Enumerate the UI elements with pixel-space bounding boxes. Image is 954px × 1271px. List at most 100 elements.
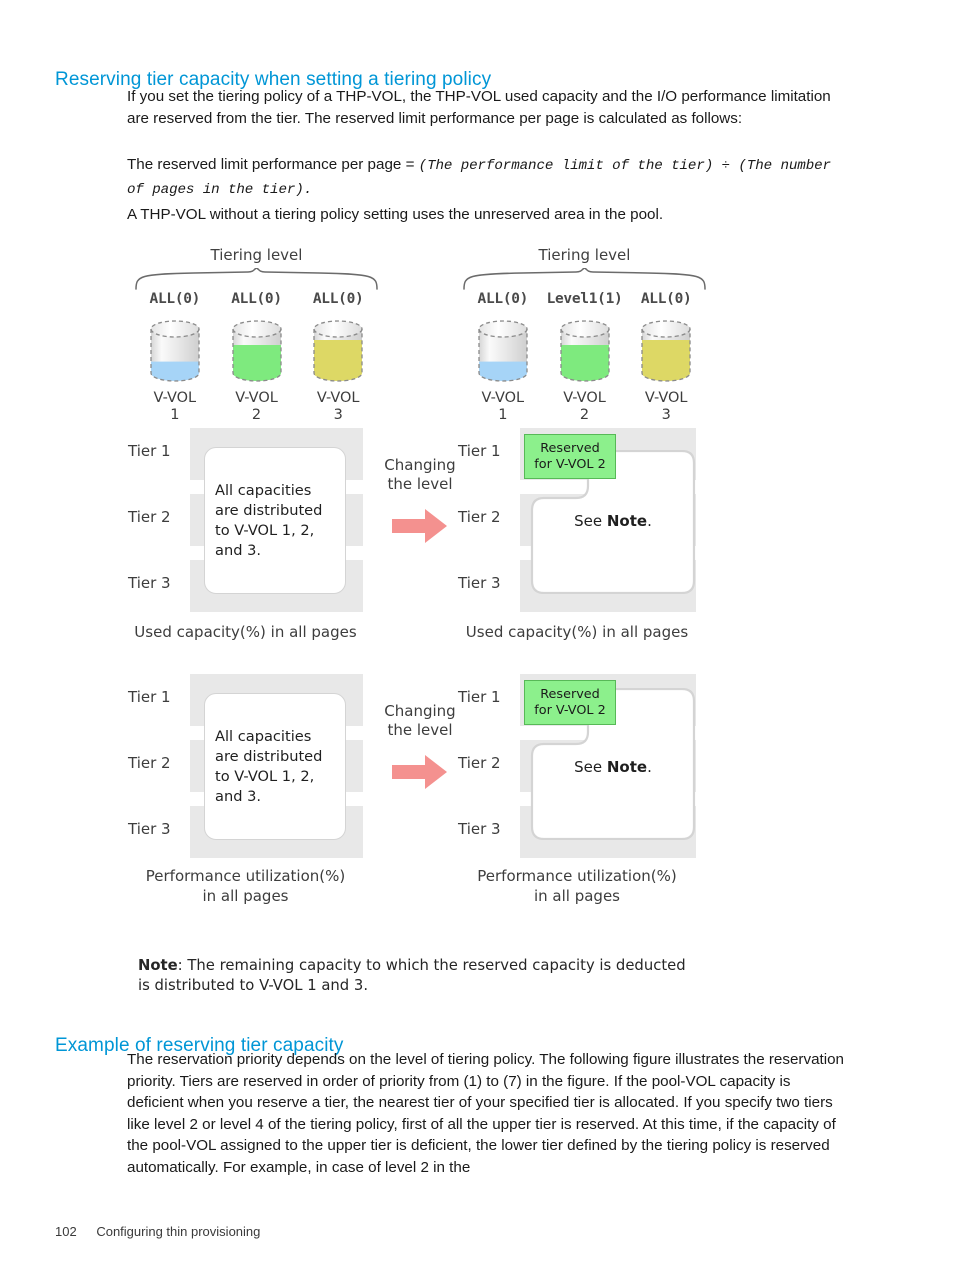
tier-row-2: Tier 2 [458,494,696,546]
volume-cell-vvol1-before: V-VOL 1 [134,318,216,424]
change-line-2: the level [387,721,453,739]
volume-cell-vvol1-after: V-VOL 1 [462,318,544,424]
section2-paragraph: The reservation priority depends on the … [127,1051,845,1176]
tier-bar-2 [520,740,696,792]
policy-label-vvol3-before: ALL(0) [312,291,364,307]
reserved-line-2: for V-VOL 2 [534,702,606,718]
volume-label-vvol3-before: V-VOL 3 [317,390,360,424]
change-line-1: Changing [384,456,456,474]
volume-number: 1 [498,407,508,423]
volume-label-vvol1-after: V-VOL 1 [482,390,525,424]
section1-paragraph-2: A THP-VOL without a tiering policy setti… [127,206,664,223]
cylinder-vvol2-before [230,318,284,384]
volume-label-vvol2-after: V-VOL 2 [563,390,606,424]
figure-reserving-tier-capacity: Tiering level ALL(0) ALL(0) ALL(0) V-VOL… [0,238,954,1003]
tier-diagram-used-after: Tier 1 Tier 2 Tier 3 See Note. Reserved [458,428,696,643]
figure-note: Note: The remaining capacity to which th… [138,956,698,996]
volume-number: 2 [251,407,262,423]
caption-used-capacity-after: Used capacity(%) in all pages [465,623,689,641]
right-arrow-icon-row1 [392,509,447,543]
caption-line-2: in all pages [202,887,289,905]
volume-label-vvol2-before: V-VOL 2 [235,390,278,424]
volume-number: 3 [333,407,343,423]
tier-label-2: Tier 2 [458,754,501,772]
policy-labels-before: ALL(0) ALL(0) ALL(0) [134,291,379,307]
tier-diagram-perf-after: Tier 1 Tier 2 Tier 3 See Note. Reserved … [458,674,696,909]
changing-the-level-label-row1: Changing the level [372,456,468,494]
volume-name: V-VOL [153,390,197,406]
changing-the-level-row2: Changing the level [372,702,468,812]
policy-label-vvol3-after: ALL(0) [640,291,692,307]
tier-label-3: Tier 3 [458,574,501,592]
tier-label-1: Tier 1 [458,688,501,706]
policy-label-vvol2-before: ALL(0) [231,291,282,307]
tiering-level-title-before: Tiering level [210,246,303,264]
footer-page-number: 102 [55,1224,77,1239]
tier-row-3: Tier 3 [458,806,696,858]
tier-diagram-used-before: Tier 1 Tier 2 Tier 3 All capacities are … [128,428,363,643]
policy-label-vvol2-after: Level1(1) [546,291,623,307]
volume-name: V-VOL [235,390,278,406]
tiering-level-group-after: Tiering level ALL(0) Level1(1) ALL(0) V-… [462,246,707,423]
volume-number: 1 [170,407,180,423]
section1-paragraph-1: If you set the tiering policy of a THP-V… [127,88,831,127]
reserved-line-1: Reserved [540,441,600,456]
volume-cell-vvol2-before: V-VOL 2 [216,318,298,424]
cylinder-vvol3-before [311,318,365,384]
cylinder-vvol3-after [639,318,693,384]
curly-brace-icon-after [463,268,706,290]
reserved-box-row1: Reserved for V-VOL 2 [524,434,616,479]
tier-label-2: Tier 2 [128,508,171,526]
cylinder-vvol2-after [558,318,612,384]
volume-name: V-VOL [644,390,688,406]
reserved-box-row2: Reserved for V-VOL 2 [524,680,616,725]
right-arrow-icon-row2 [392,755,447,789]
caption-line-1: Performance utilization(%) [477,867,677,885]
policy-label-vvol1-before: ALL(0) [149,291,201,307]
changing-the-level-row1: Changing the level [372,456,468,566]
tier-label-3: Tier 3 [128,574,171,592]
tier-row-2: Tier 2 [458,740,696,792]
tier-label-3: Tier 3 [458,820,501,838]
reserved-line-1: Reserved [540,687,600,702]
volume-number: 2 [579,407,590,423]
tier-bar-3 [520,806,696,858]
tier-label-1: Tier 1 [128,688,171,706]
volume-cylinders-before: V-VOL 1 V-VOL 2 V-VOL 3 [134,318,379,424]
overlay-all-capacities-distributed: All capacities are distributed to V-VOL … [204,447,346,594]
volume-cell-vvol3-after: V-VOL 3 [625,318,707,424]
tier-label-1: Tier 1 [458,442,501,460]
volume-cell-vvol2-after: V-VOL 2 [544,318,626,424]
change-line-2: the level [387,475,453,493]
cylinder-vvol1-after [476,318,530,384]
tiering-level-title-after: Tiering level [538,246,631,264]
tier-label-1: Tier 1 [128,442,171,460]
cylinder-vvol1-before [148,318,202,384]
section1-formula: The reserved limit performance per page … [127,154,849,201]
volume-cell-vvol3-before: V-VOL 3 [297,318,379,424]
footer-section-title: Configuring thin provisioning [96,1224,261,1239]
volume-name: V-VOL [316,390,360,406]
overlay-all-capacities-distributed-perf: All capacities are distributed to V-VOL … [204,693,346,840]
tiering-level-group-before: Tiering level ALL(0) ALL(0) ALL(0) V-VOL… [134,246,379,423]
tier-diagram-perf-before: Tier 1 Tier 2 Tier 3 All capacities are … [128,674,363,909]
volume-label-vvol1-before: V-VOL 1 [154,390,197,424]
policy-label-vvol1-after: ALL(0) [477,291,529,307]
policy-labels-after: ALL(0) Level1(1) ALL(0) [462,291,707,307]
tier-label-3: Tier 3 [128,820,171,838]
caption-line-1: Performance utilization(%) [145,867,346,885]
caption-perf-util-after: Performance utilization(%) in all pages [458,866,696,906]
change-line-1: Changing [384,702,456,720]
reserved-line-2: for V-VOL 2 [534,456,606,472]
volume-name: V-VOL [481,390,525,406]
caption-perf-util-before: Performance utilization(%) in all pages [128,866,363,906]
volume-name: V-VOL [563,390,606,406]
tier-bar-2 [520,494,696,546]
page-footer: 102 Configuring thin provisioning [55,1224,260,1239]
volume-number: 3 [661,407,671,423]
tier-bar-3 [520,560,696,612]
caption-used-capacity-before: Used capacity(%) in all pages [134,623,357,641]
figure-note-bold: Note [138,957,178,974]
volume-label-vvol3-after: V-VOL 3 [645,390,688,424]
curly-brace-icon-before [135,268,378,290]
